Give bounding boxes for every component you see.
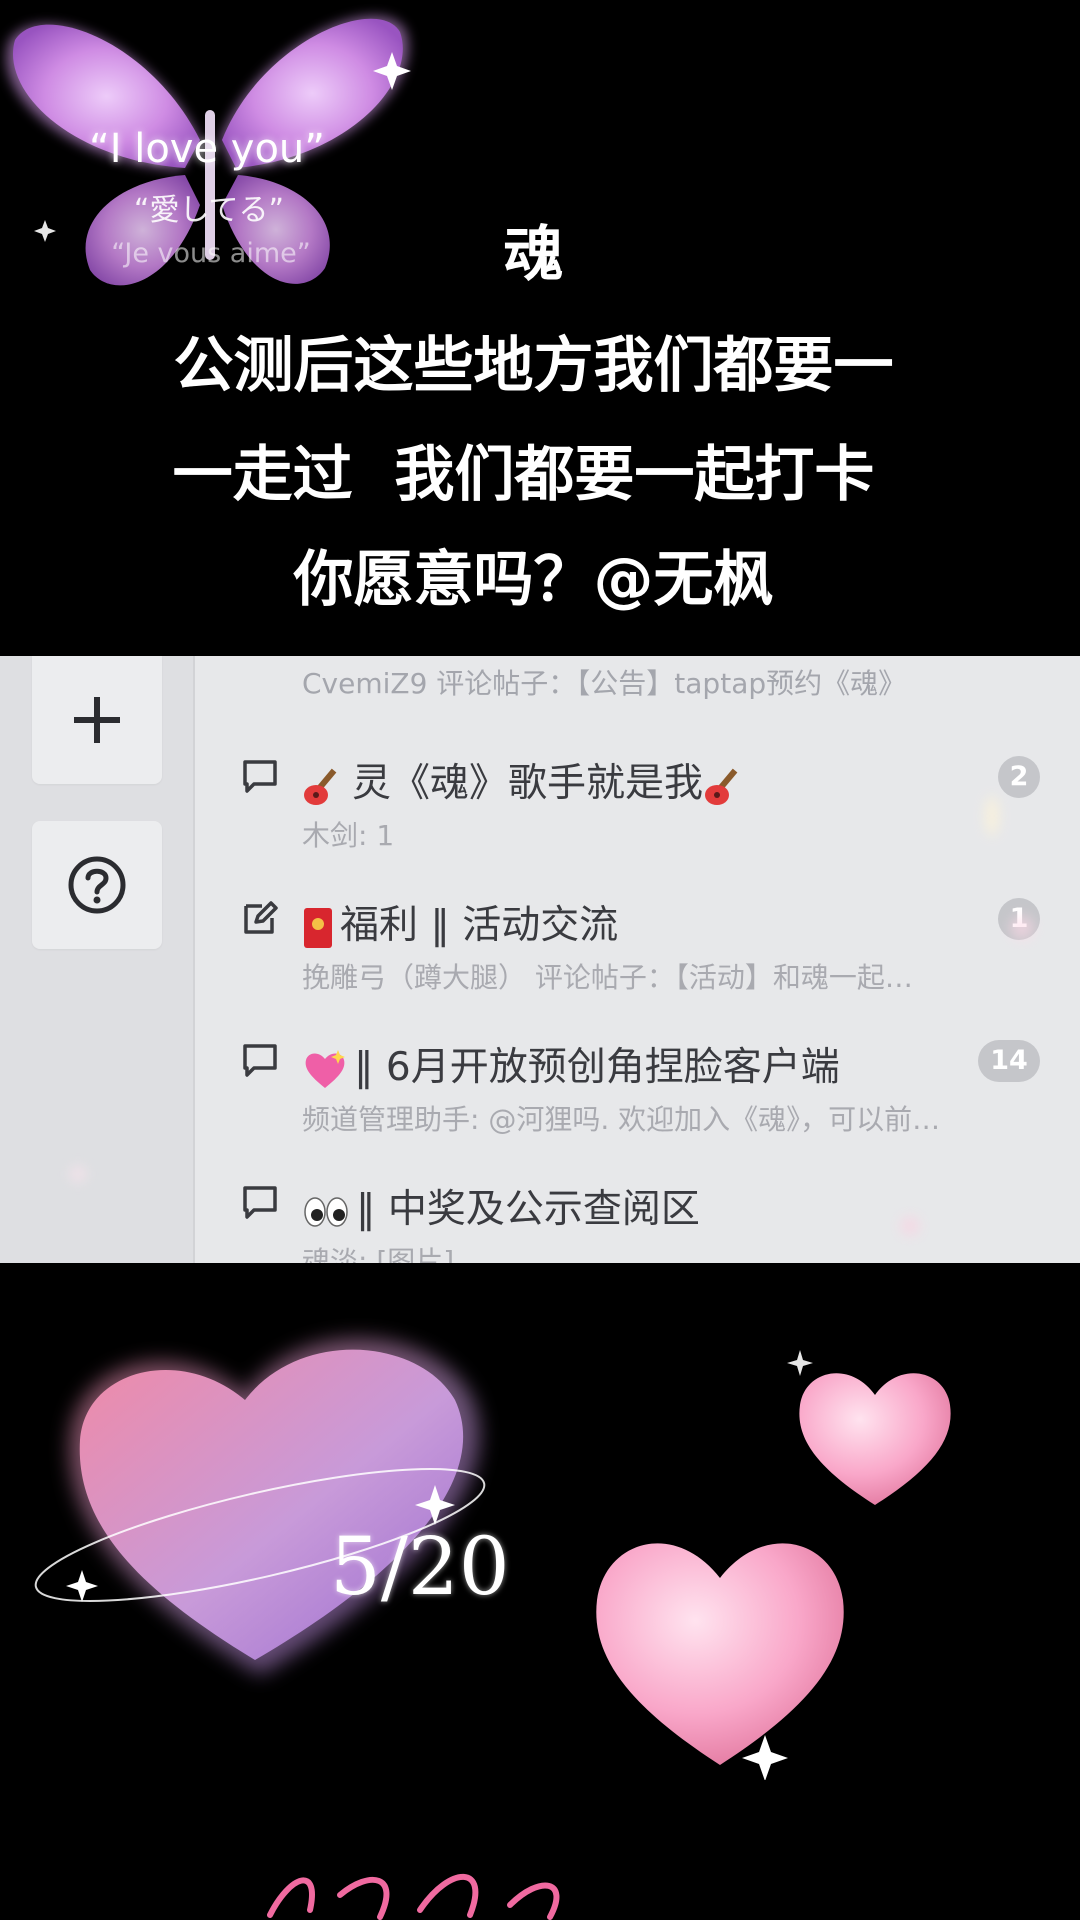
caption-line: 一走过 我们都要一起打卡 <box>172 440 875 510</box>
post-subtitle: 魂淡: [图片] <box>302 1245 455 1263</box>
post-item[interactable]: 福利 ‖ 活动交流 挽雕弓（蹲大腿） 评论帖子：【活动】和魂一起… 1 <box>200 878 1080 998</box>
signature-scribble <box>267 1873 560 1920</box>
unread-badge: 14 <box>978 1040 1040 1082</box>
post-title: ‖ 中奖及公示查阅区 <box>302 1178 700 1234</box>
channel-list-screenshot: CvemiZ9 评论帖子：【公告】taptap预约《魂》 灵《魂》歌手就是我 木… <box>0 656 1080 1263</box>
caption-line: 公测后这些地方我们都要一 <box>173 331 894 401</box>
big-heart-sticker <box>0 1300 520 1720</box>
post-subtitle: 挽雕弓（蹲大腿） 评论帖子：【活动】和魂一起… <box>302 961 913 994</box>
guitar-icon <box>304 768 337 805</box>
large-pink-heart-sticker <box>575 1500 865 1781</box>
small-heart-sticker <box>780 1340 970 1520</box>
bokeh-light <box>70 1166 86 1182</box>
help-button[interactable] <box>32 821 162 949</box>
post-title-text: 福利 ‖ 活动交流 <box>340 903 619 948</box>
side-rail <box>0 656 195 1263</box>
post-title-text: ‖ 中奖及公示查阅区 <box>356 1187 700 1232</box>
add-channel-button[interactable] <box>32 656 162 784</box>
post-subtitle: 木剑: 1 <box>302 819 395 852</box>
post-item[interactable]: 灵《魂》歌手就是我 木剑: 1 2 <box>200 736 1080 856</box>
post-title: 灵《魂》歌手就是我 <box>302 752 753 808</box>
edit-icon <box>244 901 278 934</box>
caption-line: 你愿意吗？@无枫 <box>293 545 774 615</box>
heart-icon <box>596 1543 844 1781</box>
top-comment-text: CvemiZ9 评论帖子：【公告】taptap预约《魂》 <box>302 667 907 700</box>
guitar-icon <box>705 768 738 805</box>
caption-title: 魂 <box>503 220 564 290</box>
bokeh-light <box>985 796 999 836</box>
post-subtitle: 频道管理助手: @河狸吗. 欢迎加入《魂》，可以前… <box>302 1103 941 1136</box>
red-envelope-icon <box>304 907 332 948</box>
eyes-icon <box>304 1196 348 1227</box>
bokeh-light <box>900 1216 920 1236</box>
butterfly-text-english: “I love you” <box>88 126 326 172</box>
post-title-text: ‖ 6月开放预创角捏脸客户端 <box>354 1045 840 1090</box>
unread-badge: 2 <box>998 756 1040 798</box>
butterfly-text-japanese: “愛してる” <box>133 193 285 228</box>
heart-icon <box>787 1350 951 1505</box>
sparkling-heart-icon <box>305 1049 345 1088</box>
chat-icon <box>243 1186 277 1219</box>
post-item[interactable]: ‖ 6月开放预创角捏脸客户端 频道管理助手: @河狸吗. 欢迎加入《魂》，可以前… <box>200 1020 1080 1140</box>
post-title-text: 灵《魂》歌手就是我 <box>352 761 704 806</box>
question-icon <box>68 856 126 914</box>
post-title: ‖ 6月开放预创角捏脸客户端 <box>302 1036 840 1092</box>
heart-icon <box>34 1338 486 1675</box>
post-title: 福利 ‖ 活动交流 <box>302 894 618 950</box>
chat-icon <box>243 1044 277 1077</box>
bokeh-light <box>1010 916 1034 940</box>
post-item[interactable]: ‖ 中奖及公示查阅区 魂淡: [图片] <box>200 1162 1080 1263</box>
plus-icon <box>74 697 120 743</box>
date-label: 5/20 <box>330 1520 510 1613</box>
chat-icon <box>243 760 277 793</box>
